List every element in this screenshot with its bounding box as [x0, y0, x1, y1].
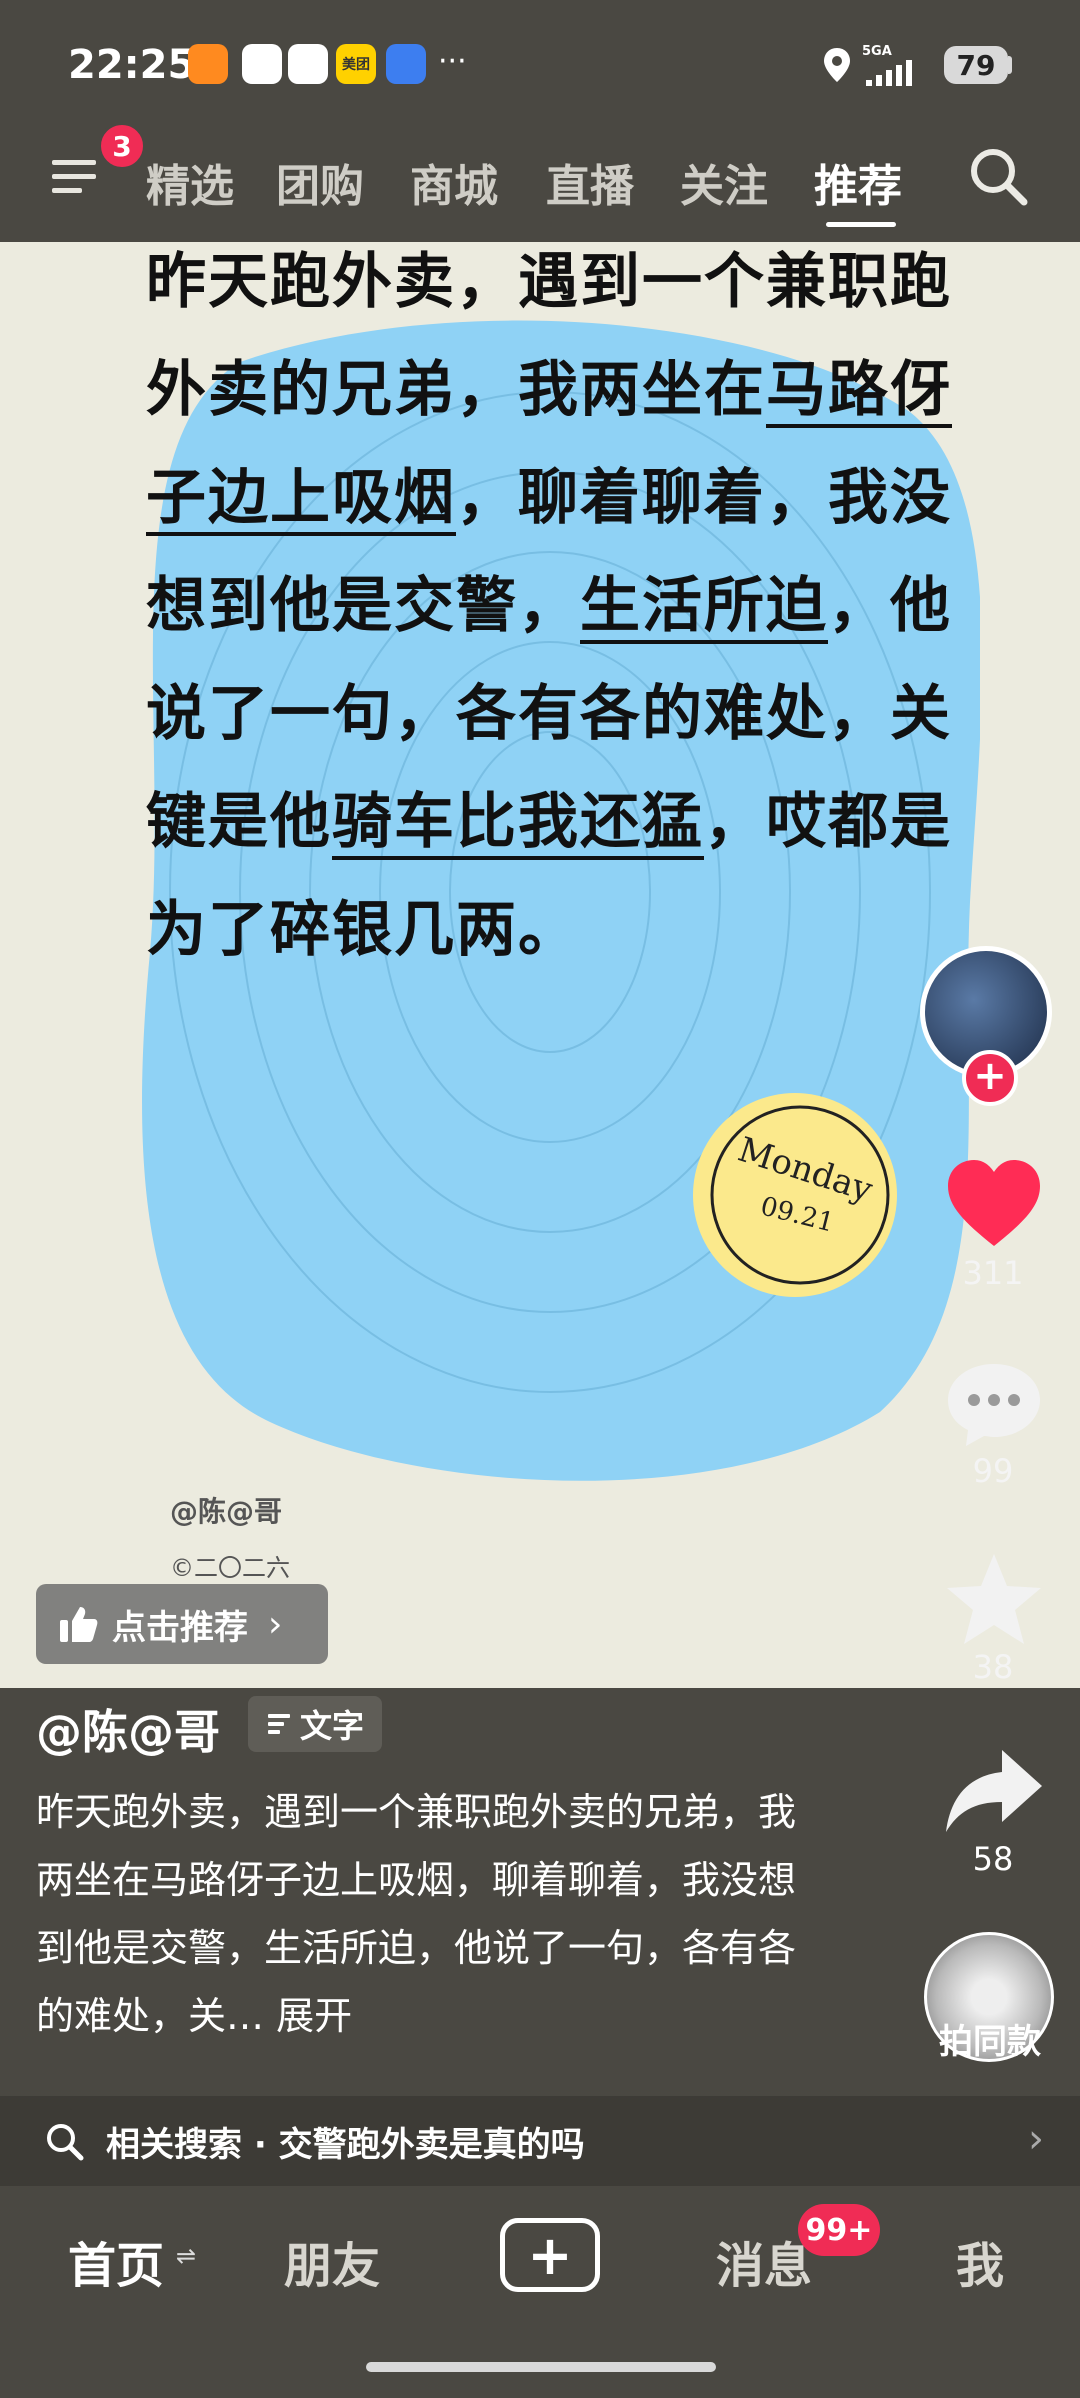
search-icon[interactable]: [966, 144, 1030, 208]
watermark-copyright: ©二〇二六: [170, 1554, 290, 1582]
battery-tip: [1008, 56, 1012, 74]
related-search-text: 相关搜索 · 交警跑外卖是真的吗: [106, 2124, 585, 2165]
comment-count: 99: [972, 1452, 1014, 1490]
chevron-right-icon: ›: [268, 1603, 283, 1645]
underlined-phrase: 吸烟: [332, 463, 456, 533]
status-more-icon: ···: [438, 44, 467, 79]
recommend-button[interactable]: 点击推荐 ›: [36, 1584, 328, 1664]
caption: 昨天跑外卖，遇到一个兼职跑外卖的兄弟，我两坐在马路伢子边上吸烟，聊着聊着，我没想…: [36, 1778, 806, 2050]
same-style-label[interactable]: 拍同款: [920, 2014, 1060, 2063]
tab-2[interactable]: 商城: [410, 150, 498, 214]
tab-3[interactable]: 直播: [546, 150, 634, 214]
menu-notification-badge: 3: [98, 122, 146, 170]
text-lines-icon: [267, 1714, 290, 1734]
browser-icon: [288, 44, 328, 84]
signal-icon: [866, 60, 912, 86]
watermark-author: @陈@哥: [170, 1495, 283, 1528]
text-tag-label: 文字: [299, 1707, 364, 1745]
nav-friends[interactable]: 朋友: [284, 2226, 380, 2296]
nav-messages[interactable]: 消息: [716, 2226, 812, 2296]
favorite-count: 38: [972, 1648, 1014, 1686]
post-text: 昨天跑外卖，遇到一个兼职跑外卖的兄弟，我两坐在马路伢子边上吸烟，聊着聊着，我没想…: [146, 228, 966, 984]
expand-link[interactable]: 展开: [276, 1994, 352, 2038]
follow-button[interactable]: +: [962, 1050, 1018, 1106]
share-count: 58: [972, 1840, 1014, 1878]
battery-level: 79: [944, 46, 1008, 84]
meituan-icon: 美团: [336, 44, 376, 84]
shield-app-icon: [386, 44, 426, 84]
messages-badge: 99+: [798, 2204, 880, 2256]
related-search-bar[interactable]: 相关搜索 · 交警跑外卖是真的吗 ›: [0, 2096, 1080, 2186]
author-name[interactable]: @陈@哥: [36, 1696, 220, 1762]
nav-home[interactable]: 首页: [68, 2226, 164, 2296]
underlined-phrase: 骑车比我还猛: [332, 787, 704, 857]
battery-saver-icon: [242, 44, 282, 84]
heart-icon[interactable]: [944, 1158, 1044, 1250]
tab-4[interactable]: 关注: [680, 150, 768, 214]
home-indicator[interactable]: [366, 2362, 716, 2372]
tab-5[interactable]: 推荐: [814, 150, 902, 214]
refresh-icon: ⇌: [176, 2242, 197, 2270]
location-icon: [824, 48, 850, 82]
tab-1[interactable]: 团购: [276, 150, 364, 214]
comment-icon[interactable]: [944, 1358, 1044, 1450]
status-time: 22:25: [68, 42, 196, 88]
chevron-right-icon: ›: [1028, 2116, 1044, 2162]
menu-icon[interactable]: [52, 156, 100, 198]
recommend-label: 点击推荐: [112, 1607, 248, 1648]
active-tab-indicator: [826, 222, 896, 227]
share-icon[interactable]: [944, 1746, 1044, 1836]
text-tag[interactable]: 文字: [248, 1696, 382, 1752]
nav-me[interactable]: 我: [956, 2226, 1004, 2296]
underlined-phrase: 生活所迫: [580, 571, 828, 641]
star-icon[interactable]: [944, 1550, 1044, 1650]
taobao-icon: [188, 44, 228, 84]
create-button[interactable]: +: [500, 2218, 600, 2292]
tab-0[interactable]: 精选: [146, 150, 234, 214]
thumbs-up-icon: [60, 1607, 98, 1642]
like-count: 311: [962, 1254, 1024, 1292]
caption-text: 昨天跑外卖，遇到一个兼职跑外卖的兄弟，我两坐在马路伢子边上吸烟，聊着聊着，我没想…: [36, 1790, 797, 2038]
network-type: 5GA: [862, 44, 892, 59]
search-icon: [47, 2124, 84, 2161]
